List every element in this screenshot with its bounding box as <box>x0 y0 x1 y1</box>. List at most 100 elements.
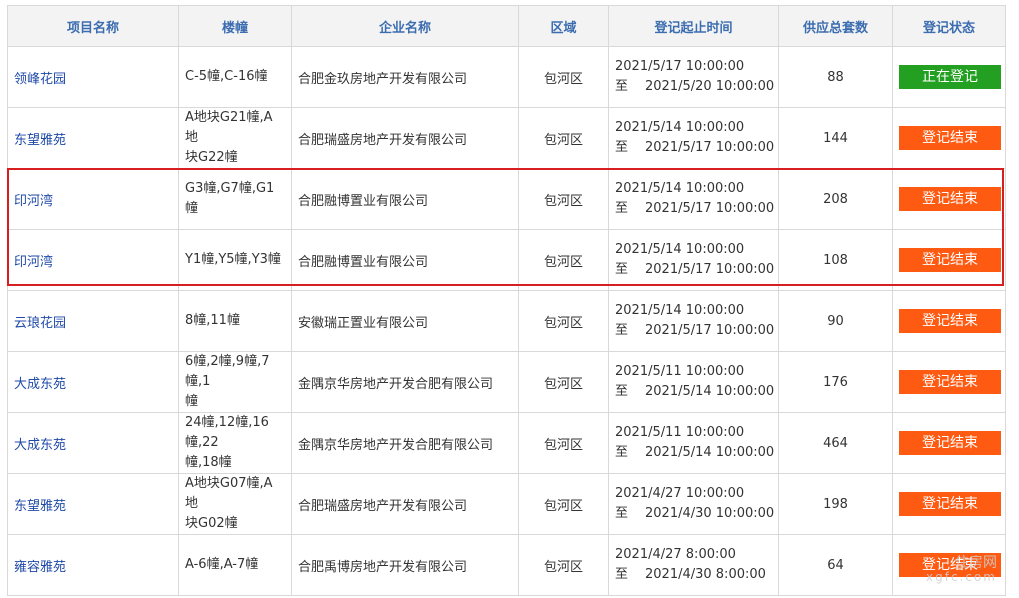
district-cell: 包河区 <box>518 229 609 291</box>
company-name-cell: 合肥金玖房地产开发有限公司 <box>291 46 519 108</box>
total-units-cell: 198 <box>778 473 893 535</box>
watermark-text: 住房网 <box>955 555 997 571</box>
total-units-cell: 64 <box>778 534 893 596</box>
company-name-cell: 合肥禹博房地产开发有限公司 <box>291 534 519 596</box>
buildings-cell: G3幢,G7幢,G1幢 <box>178 168 292 230</box>
start-time: 2021/5/14 10:00:00 <box>615 181 745 196</box>
project-name-link[interactable]: 领峰花园 <box>7 46 179 108</box>
header-company-name: 企业名称 <box>291 5 519 47</box>
end-time-line: 至 2021/5/17 10:00:00 <box>615 138 774 158</box>
project-name-link[interactable]: 印河湾 <box>7 229 179 291</box>
table-row: 大成东苑 24幢,12幢,16幢,22 幢,18幢 金隅京华房地产开发合肥有限公司 包河… <box>7 412 1006 474</box>
status-badge[interactable]: 登记结束 <box>899 187 1001 211</box>
to-label: 至 <box>615 506 629 521</box>
district-cell: 包河区 <box>518 46 609 108</box>
district-cell: 包河区 <box>518 473 609 535</box>
registration-table: 项目名称 楼幢 企业名称 区域 登记起止时间 供应总套数 登记状态 领峰花园 C-… <box>7 5 1006 596</box>
registration-period-cell: 2021/4/27 8:00:00 至 2021/4/30 8:00:00 <box>608 534 779 596</box>
start-time: 2021/5/14 10:00:00 <box>615 303 745 318</box>
buildings-cell: A地块G21幢,A地块G22幢 <box>178 107 292 169</box>
header-buildings: 楼幢 <box>178 5 292 47</box>
status-cell: 登记结束 <box>892 473 1006 535</box>
end-time-line: 至 2021/4/30 8:00:00 <box>615 565 772 585</box>
project-name-link[interactable]: 雍容雅苑 <box>7 534 179 596</box>
buildings-text: A-6幢,A-7幢 <box>185 557 259 572</box>
project-name-link[interactable]: 东望雅苑 <box>7 107 179 169</box>
end-time: 2021/5/20 10:00:00 <box>645 79 775 94</box>
buildings-text: A地块G21幢,A地 <box>185 110 273 145</box>
status-cell: 正在登记 <box>892 46 1006 108</box>
status-badge[interactable]: 登记结束 <box>899 431 1001 455</box>
company-name-cell: 合肥瑞盛房地产开发有限公司 <box>291 107 519 169</box>
buildings-cell: 6幢,2幢,9幢,7幢,1 幢 <box>178 351 292 413</box>
company-name-cell: 合肥融博置业有限公司 <box>291 229 519 291</box>
table-row: 东望雅苑 A地块G21幢,A地 块G22幢 合肥瑞盛房地产开发有限公司 包河区 2021/… <box>7 107 1006 169</box>
watermark-logo: 住房网 xgfc.com <box>926 556 997 584</box>
total-units-cell: 108 <box>778 229 893 291</box>
header-total-units: 供应总套数 <box>778 5 893 47</box>
header-district: 区域 <box>518 5 609 47</box>
status-badge[interactable]: 正在登记 <box>899 65 1001 89</box>
start-time: 2021/5/14 10:00:00 <box>615 242 745 257</box>
company-name-cell: 金隅京华房地产开发合肥有限公司 <box>291 412 519 474</box>
project-name-link[interactable]: 大成东苑 <box>7 412 179 474</box>
buildings-text: G3幢,G7幢,G1幢 <box>185 181 275 216</box>
status-cell: 登记结束 <box>892 351 1006 413</box>
status-cell: 登记结束 <box>892 107 1006 169</box>
end-time: 2021/5/14 10:00:00 <box>645 384 775 399</box>
end-time-line: 至 2021/5/14 10:00:00 <box>615 443 775 463</box>
to-label: 至 <box>615 140 629 155</box>
registration-period-cell: 2021/5/14 10:00:00 至 2021/5/17 10:00:00 <box>608 229 779 291</box>
status-badge[interactable]: 登记结束 <box>899 492 1001 516</box>
to-label: 至 <box>615 262 629 277</box>
buildings-text: 块G22幢 <box>185 150 238 165</box>
to-label: 至 <box>615 323 629 338</box>
buildings-text: 24幢,12幢,16幢,22 <box>185 415 269 450</box>
table-row: 云琅花园 8幢,11幢 安徽瑞正置业有限公司 包河区 2021/5/14 10:00:0… <box>7 290 1006 352</box>
end-time: 2021/4/30 8:00:00 <box>645 567 766 582</box>
status-badge[interactable]: 登记结束 <box>899 370 1001 394</box>
start-time: 2021/5/11 10:00:00 <box>615 425 745 440</box>
end-time-line: 至 2021/5/14 10:00:00 <box>615 382 775 402</box>
project-name-link[interactable]: 大成东苑 <box>7 351 179 413</box>
district-cell: 包河区 <box>518 107 609 169</box>
project-name-link[interactable]: 云琅花园 <box>7 290 179 352</box>
project-name-link[interactable]: 东望雅苑 <box>7 473 179 535</box>
buildings-text: Y1幢,Y5幢,Y3幢 <box>185 252 281 267</box>
buildings-text: 8幢,11幢 <box>185 313 240 328</box>
registration-period-cell: 2021/5/17 10:00:00 至 2021/5/20 10:00:00 <box>608 46 779 108</box>
buildings-cell: 8幢,11幢 <box>178 290 292 352</box>
company-name-cell: 合肥瑞盛房地产开发有限公司 <box>291 473 519 535</box>
table-row: 印河湾 Y1幢,Y5幢,Y3幢 合肥融博置业有限公司 包河区 2021/5/14 10:… <box>7 229 1006 291</box>
status-cell: 登记结束 <box>892 168 1006 230</box>
total-units-cell: 90 <box>778 290 893 352</box>
project-name-link[interactable]: 印河湾 <box>7 168 179 230</box>
company-name-cell: 安徽瑞正置业有限公司 <box>291 290 519 352</box>
end-time: 2021/5/17 10:00:00 <box>645 323 775 338</box>
registration-period-cell: 2021/5/11 10:00:00 至 2021/5/14 10:00:00 <box>608 351 779 413</box>
district-cell: 包河区 <box>518 168 609 230</box>
district-cell: 包河区 <box>518 534 609 596</box>
start-time: 2021/4/27 10:00:00 <box>615 486 745 501</box>
to-label: 至 <box>615 79 629 94</box>
buildings-text: 幢,18幢 <box>185 455 232 470</box>
buildings-cell: Y1幢,Y5幢,Y3幢 <box>178 229 292 291</box>
end-time-line: 至 2021/4/30 10:00:00 <box>615 504 774 524</box>
total-units-cell: 464 <box>778 412 893 474</box>
start-time: 2021/5/17 10:00:00 <box>615 59 745 74</box>
buildings-cell: C-5幢,C-16幢 <box>178 46 292 108</box>
status-badge[interactable]: 登记结束 <box>899 126 1001 150</box>
buildings-text: A地块G07幢,A地 <box>185 476 273 511</box>
end-time-line: 至 2021/5/17 10:00:00 <box>615 260 775 280</box>
table-row: 雍容雅苑 A-6幢,A-7幢 合肥禹博房地产开发有限公司 包河区 2021/4/27 8… <box>7 534 1006 596</box>
end-time: 2021/5/14 10:00:00 <box>645 445 775 460</box>
end-time-line: 至 2021/5/17 10:00:00 <box>615 321 775 341</box>
end-time: 2021/5/17 10:00:00 <box>645 262 775 277</box>
buildings-cell: 24幢,12幢,16幢,22 幢,18幢 <box>178 412 292 474</box>
table-row: 大成东苑 6幢,2幢,9幢,7幢,1 幢金隅京华房地产开发合肥有限公司 包河区 2021… <box>7 351 1006 413</box>
total-units-cell: 144 <box>778 107 893 169</box>
company-name-cell: 金隅京华房地产开发合肥有限公司 <box>291 351 519 413</box>
status-badge[interactable]: 登记结束 <box>899 248 1001 272</box>
status-badge[interactable]: 登记结束 <box>899 309 1001 333</box>
district-cell: 包河区 <box>518 351 609 413</box>
